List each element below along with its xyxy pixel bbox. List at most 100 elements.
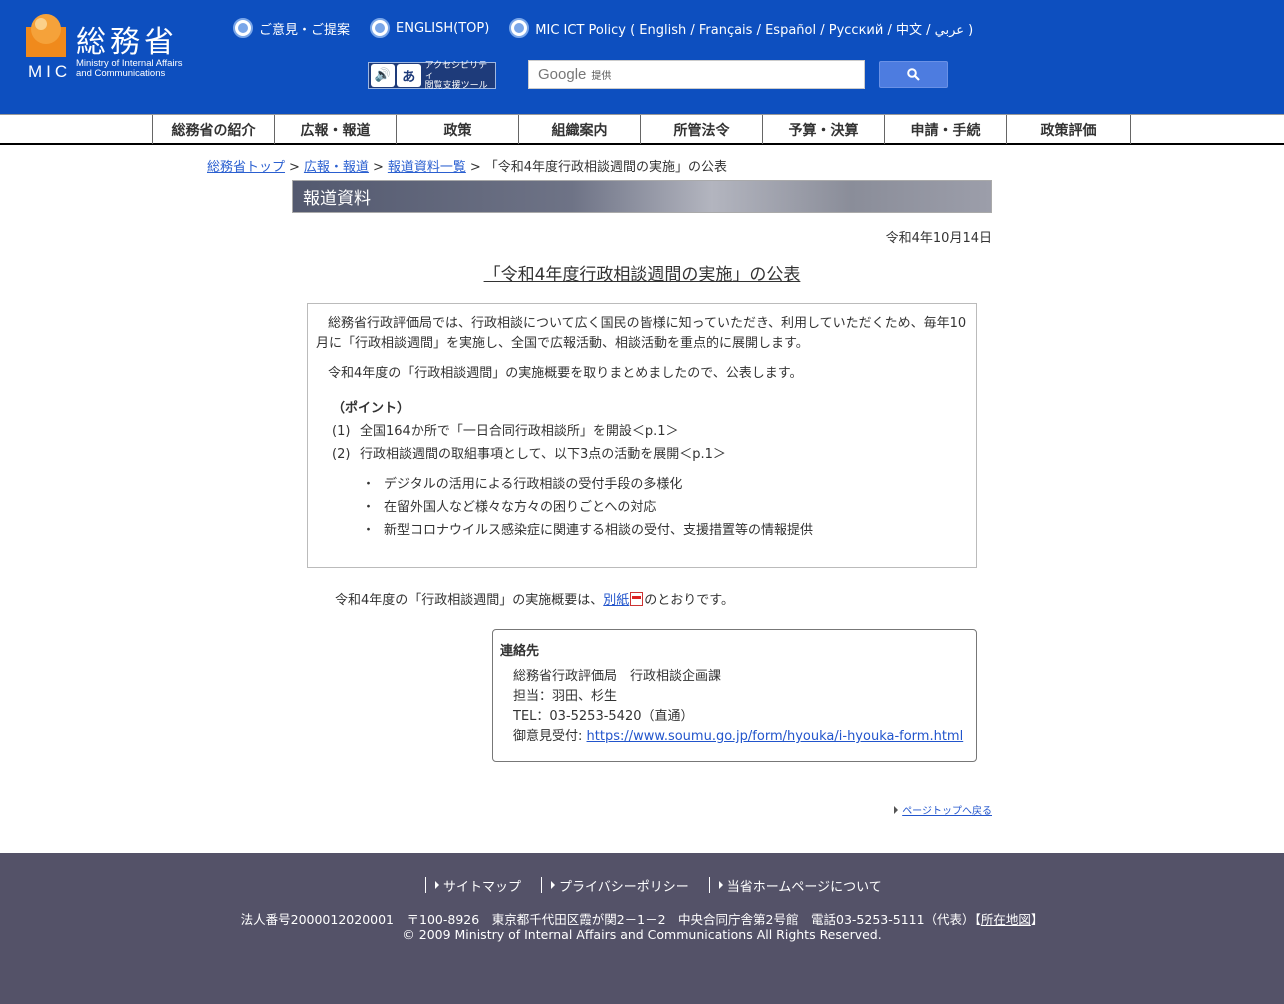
global-nav-items: 総務省の紹介 広報・報道 政策 組織案内 所管法令 予算・決算 申請・手続 政策…: [152, 115, 1131, 144]
accessibility-tool-label: アクセシビリティ 閲覧支援ツール: [425, 61, 495, 91]
logo-orb-icon: [26, 14, 66, 57]
section-title: 報道資料: [303, 189, 371, 209]
breadcrumb-separator: >: [372, 160, 384, 175]
nav-item-organization[interactable]: 組織案内: [518, 115, 640, 144]
breadcrumb-link-press-list[interactable]: 報道資料一覧: [388, 160, 466, 175]
header-top-links: ご意見・ご提案 ENGLISH(TOP) MIC ICT Policy ( En…: [233, 17, 993, 39]
global-nav: 総務省の紹介 広報・報道 政策 組織案内 所管法令 予算・決算 申請・手続 政策…: [0, 114, 1284, 145]
footer-link-privacy[interactable]: プライバシーポリシー: [541, 877, 689, 895]
feedback-form-link[interactable]: https://www.soumu.go.jp/form/hyouka/i-hy…: [587, 729, 964, 744]
sub-item: ・ 在留外国人など様々な方々の困りごとへの対応: [316, 498, 968, 518]
logo-japanese-text: 総務省: [76, 25, 178, 60]
nav-item-laws[interactable]: 所管法令: [640, 115, 762, 144]
breadcrumb: 総務省トップ > 広報・報道 > 報道資料一覧 > 「令和4年度行政相談週間の実施」の公表: [207, 156, 727, 175]
breadcrumb-separator: >: [469, 160, 481, 175]
feedback-link[interactable]: ご意見・ご提案: [233, 18, 350, 38]
english-top-link[interactable]: ENGLISH(TOP): [370, 18, 489, 38]
arrow-right-icon: [435, 881, 439, 889]
speaker-icon: 🔊: [371, 64, 395, 87]
page-top-link[interactable]: ページトップへ戻る: [894, 802, 992, 817]
point-item: (2) 行政相談週間の取組事項として、以下3点の活動を展開＜p.1＞: [316, 445, 968, 465]
sub-item-text: 新型コロナウイルス感染症に関連する相談の受付、支援措置等の情報提供: [384, 523, 814, 538]
bullet-circle-icon: [370, 18, 391, 38]
arrow-right-icon: [551, 881, 556, 889]
contact-person: 担当：羽田、杉生: [513, 689, 618, 704]
search-input[interactable]: Google 提供: [528, 60, 865, 89]
footer-link-label: 当省ホームページについて: [726, 879, 882, 895]
logo-mic-text: MIC: [28, 62, 72, 81]
map-bracket-close: 】: [1030, 912, 1044, 927]
mic-logo[interactable]: 総務省 MIC Ministry of Internal Affairs and…: [26, 13, 211, 81]
contact-feedback-label: 御意見受付:: [513, 729, 587, 744]
logo-en-line2: and Communications: [76, 68, 166, 79]
breadcrumb-link-top[interactable]: 総務省トップ: [207, 160, 285, 175]
hiragana-a-icon: あ: [396, 64, 421, 87]
point-number: (2): [332, 447, 351, 462]
search-google-brand: Google: [538, 66, 587, 83]
site-header: 総務省 MIC Ministry of Internal Affairs and…: [0, 0, 1284, 114]
bullet-dot: ・: [362, 523, 376, 538]
location-map-link[interactable]: 所在地図: [981, 912, 1031, 927]
nav-item-budget[interactable]: 予算・決算: [762, 115, 884, 144]
accessibility-tool-button[interactable]: 🔊 あ アクセシビリティ 閲覧支援ツール: [368, 61, 496, 91]
contact-box: 連絡先 総務省行政評価局 行政相談企画課 担当：羽田、杉生 TEL：03-525…: [492, 629, 977, 762]
footer-copyright: © 2009 Ministry of Internal Affairs and …: [402, 927, 882, 942]
section-title-bar: 報道資料: [292, 180, 992, 213]
bullet-dot: ・: [362, 477, 376, 492]
nav-item-evaluation[interactable]: 政策評価: [1006, 115, 1131, 144]
summary-text: 令和4年度の「行政相談週間」の実施概要は、別紙 のとおりです。: [335, 589, 734, 608]
logo-english-text: Ministry of Internal Affairs and Communi…: [76, 59, 182, 79]
footer-links: サイトマップ プライバシーポリシー 当省ホームページについて: [425, 877, 902, 895]
page-title: 「令和4年度行政相談週間の実施」の公表: [292, 260, 992, 285]
announcement-paragraph-2: 令和4年度の「行政相談週間」の実施概要を取りまとめましたので、公表します。: [328, 366, 803, 381]
sub-item-text: 在留外国人など様々な方々の困りごとへの対応: [384, 500, 657, 515]
sub-item-list: ・ デジタルの活用による行政相談の受付手段の多様化 ・ 在留外国人など様々な方々…: [316, 475, 968, 541]
breadcrumb-separator: >: [289, 160, 300, 175]
contact-department: 総務省行政評価局 行政相談企画課: [513, 669, 722, 684]
feedback-link-label: ご意見・ご提案: [259, 22, 351, 38]
search-button[interactable]: [879, 61, 948, 88]
point-text: 全国164か所で「一日合同行政相談所」を開設＜p.1＞: [360, 424, 679, 439]
ict-policy-link-label: MIC ICT Policy ( English / Français / Es…: [535, 22, 974, 38]
sub-item-text: デジタルの活用による行政相談の受付手段の多様化: [384, 477, 683, 492]
footer-link-label: サイトマップ: [443, 879, 522, 895]
nav-item-press[interactable]: 広報・報道: [274, 115, 396, 144]
sub-item: ・ 新型コロナウイルス感染症に関連する相談の受付、支援措置等の情報提供: [316, 521, 968, 541]
bullet-circle-icon: [233, 18, 253, 38]
footer-link-about-site[interactable]: 当省ホームページについて: [708, 877, 882, 895]
contact-heading: 連絡先: [500, 644, 540, 659]
points-heading: （ポイント）: [332, 401, 411, 416]
announcement-paragraph-1: 総務省行政評価局では、行政相談について広く国民の皆様に知っていただき、利用してい…: [316, 316, 967, 351]
search-provided-label: 提供: [591, 71, 612, 82]
page-title-text: 「令和4年度行政相談週間の実施」の公表: [483, 265, 801, 285]
bullet-circle-icon: [509, 18, 530, 38]
contact-feedback: 御意見受付: https://www.soumu.go.jp/form/hyou…: [500, 727, 969, 747]
page-top-link-label[interactable]: ページトップへ戻る: [902, 806, 992, 817]
contact-phone: TEL：03-5253-5420（直通）: [513, 709, 694, 724]
summary-before: 令和4年度の「行政相談週間」の実施概要は、: [335, 593, 604, 608]
ict-policy-link[interactable]: MIC ICT Policy ( English / Français / Es…: [509, 18, 973, 38]
point-item: (1) 全国164か所で「一日合同行政相談所」を開設＜p.1＞: [316, 422, 968, 442]
accessibility-line2: 閲覧支援ツール: [424, 80, 488, 91]
footer-link-sitemap[interactable]: サイトマップ: [425, 877, 522, 895]
point-number: (1): [332, 424, 351, 439]
breadcrumb-current: 「令和4年度行政相談週間の実施」の公表: [484, 160, 728, 175]
pdf-icon: [630, 592, 644, 606]
breadcrumb-link-press[interactable]: 広報・報道: [304, 160, 369, 175]
accessibility-line1: アクセシビリティ: [424, 60, 488, 81]
search-icon: [907, 68, 920, 81]
nav-item-policy[interactable]: 政策: [396, 115, 518, 144]
summary-after: のとおりです。: [644, 593, 734, 608]
attachment-link[interactable]: 別紙: [603, 593, 629, 608]
point-text: 行政相談週間の取組事項として、以下3点の活動を展開＜p.1＞: [360, 447, 726, 462]
arrow-right-icon: [718, 881, 723, 889]
nav-item-about[interactable]: 総務省の紹介: [152, 115, 274, 144]
publish-date: 令和4年10月14日: [885, 231, 992, 246]
footer-link-label: プライバシーポリシー: [559, 879, 689, 895]
announcement-box: 総務省行政評価局では、行政相談について広く国民の皆様に知っていただき、利用してい…: [307, 303, 977, 568]
english-top-link-label: ENGLISH(TOP): [396, 20, 490, 36]
arrow-right-icon: [894, 806, 899, 814]
nav-item-applications[interactable]: 申請・手続: [884, 115, 1006, 144]
sub-item: ・ デジタルの活用による行政相談の受付手段の多様化: [316, 475, 968, 495]
bullet-dot: ・: [362, 500, 376, 515]
